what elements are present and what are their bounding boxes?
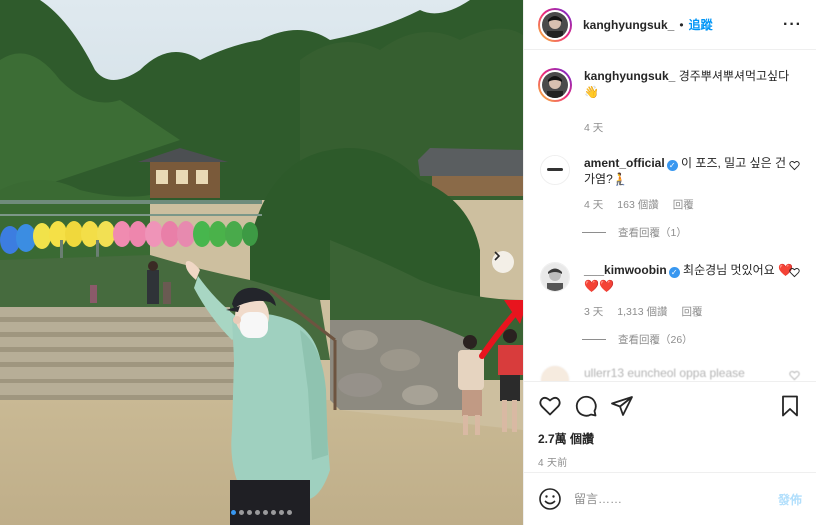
comment-composer: 發佈 (524, 472, 816, 525)
comments-list[interactable]: kanghyungsuk_ 경주뿌셔뿌셔먹고싶다 👋 4 天 ament_off… (524, 51, 816, 381)
comment-like-heart-icon[interactable] (789, 267, 800, 278)
author-avatar[interactable] (538, 7, 572, 42)
carousel-dot (239, 510, 244, 515)
caption-text-block: kanghyungsuk_ 경주뿌셔뿌셔먹고싶다 👋 (584, 68, 794, 100)
view-replies-label: 查看回覆（1） (618, 227, 687, 239)
carousel-dot (263, 510, 268, 515)
reply-button[interactable]: 回覆 (673, 197, 694, 212)
comment-username[interactable]: ament_official (584, 156, 665, 170)
post-photo[interactable] (0, 0, 523, 525)
author-username[interactable]: kanghyungsuk_ (583, 18, 674, 32)
comment-username[interactable]: ullerr13 (584, 366, 624, 380)
comment-likes[interactable]: 1,313 個讚 (617, 304, 667, 319)
share-icon[interactable] (610, 394, 634, 418)
caption-avatar[interactable] (538, 68, 572, 102)
comment-item: ullerr13 euncheol oppa please (538, 365, 802, 381)
comment-like-heart-icon[interactable] (789, 370, 800, 381)
commenter-avatar[interactable] (540, 262, 570, 292)
comment-input[interactable] (574, 492, 778, 506)
comment-text-block: ament_official ✓ 이 포즈, 밀고 싶은 건가염?🧎 (584, 155, 794, 187)
more-options-icon[interactable]: ··· (783, 16, 802, 34)
comment-likes[interactable]: 163 個讚 (617, 197, 658, 212)
carousel-dot (255, 510, 260, 515)
avatar-image (541, 263, 569, 291)
avatar-image (542, 72, 568, 98)
post-comment-button[interactable]: 發佈 (778, 491, 802, 508)
caption-username[interactable]: kanghyungsuk_ (584, 69, 675, 83)
chevron-right-icon (494, 251, 501, 261)
comment-icon[interactable] (574, 394, 598, 418)
view-replies-label: 查看回覆（26） (618, 334, 693, 346)
commenter-avatar[interactable] (540, 155, 570, 185)
carousel-dot (231, 510, 236, 515)
carousel-dot (247, 510, 252, 515)
verified-icon: ✓ (666, 160, 678, 171)
likes-count[interactable]: 2.7萬 個讚 (538, 430, 802, 447)
comment-text: euncheol oppa please (627, 366, 745, 380)
follow-button[interactable]: 追蹤 (689, 16, 713, 33)
commenter-avatar[interactable] (540, 365, 570, 381)
caption-time: 4 天 (584, 122, 604, 134)
carousel-dot (279, 510, 284, 515)
replies-divider (582, 232, 606, 233)
comment-text-block: ullerr13 euncheol oppa please (584, 365, 794, 381)
comment-like-heart-icon[interactable] (789, 160, 800, 171)
emoji-icon[interactable] (538, 487, 562, 511)
post-side-panel: kanghyungsuk_ • 追蹤 ··· kanghyungsuk_ 경주뿌… (523, 0, 816, 525)
post-actions: 2.7萬 個讚 4 天前 (524, 381, 816, 469)
avatar-image (542, 11, 568, 38)
comment-time[interactable]: 4 天 (584, 197, 603, 212)
avatar-image (541, 156, 569, 184)
heart-icon[interactable] (538, 394, 562, 418)
comment-text-block: ___kimwoobin ✓ 최순경님 멋있어요 ❤️❤️❤️ (584, 262, 794, 294)
carousel-dot (271, 510, 276, 515)
separator-dot: • (679, 17, 684, 32)
photo-scene (0, 0, 523, 525)
caption: kanghyungsuk_ 경주뿌셔뿌셔먹고싶다 👋 4 天 (538, 68, 802, 135)
view-replies-button[interactable]: 查看回覆（26） (582, 332, 802, 347)
comment-time[interactable]: 3 天 (584, 304, 603, 319)
bookmark-icon[interactable] (778, 394, 802, 418)
comment-item: ament_official ✓ 이 포즈, 밀고 싶은 건가염?🧎 4 天 16… (538, 155, 802, 212)
verified-icon: ✓ (668, 267, 680, 278)
carousel-dots (0, 510, 523, 515)
carousel-dot (287, 510, 292, 515)
reply-button[interactable]: 回覆 (681, 304, 702, 319)
view-replies-button[interactable]: 查看回覆（1） (582, 225, 802, 240)
post-header: kanghyungsuk_ • 追蹤 ··· (524, 0, 816, 50)
carousel-next-button[interactable] (492, 251, 514, 273)
replies-divider (582, 339, 606, 340)
post-time[interactable]: 4 天前 (538, 454, 802, 469)
comment-username[interactable]: ___kimwoobin (584, 263, 667, 277)
comment-item: ___kimwoobin ✓ 최순경님 멋있어요 ❤️❤️❤️ 3 天 1,313… (538, 262, 802, 319)
